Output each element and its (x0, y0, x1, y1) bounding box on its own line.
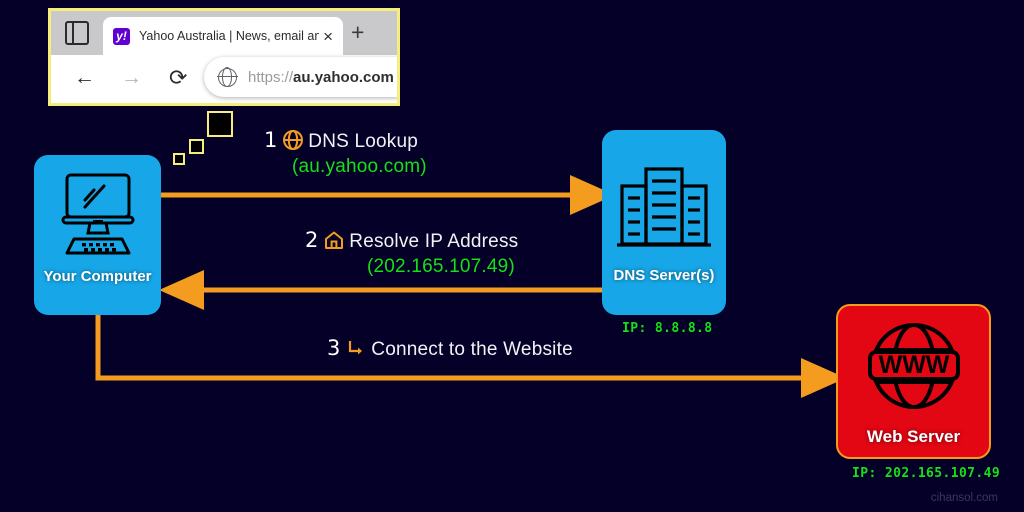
step-2-subtitle: (202.165.107.49) (367, 256, 515, 277)
server-buildings-icon (615, 160, 713, 257)
node-your-computer[interactable]: Your Computer (34, 155, 161, 315)
web-server-ip: IP: 202.165.107.49 (852, 466, 1001, 481)
step-3-number: 3 (327, 336, 341, 360)
step-3-label: 3 Connect to the Website (327, 336, 573, 364)
step-2-title: Resolve IP Address (349, 231, 519, 252)
svg-text:WWW: WWW (878, 351, 949, 379)
dns-server-ip: IP: 8.8.8.8 (622, 321, 713, 336)
node-web-server[interactable]: WWW Web Server (836, 304, 991, 459)
step-2-number: 2 (305, 228, 319, 252)
watermark: cihansol.com (930, 492, 998, 504)
node-dns-server[interactable]: DNS Server(s) (602, 130, 726, 315)
step-3-title: Connect to the Website (371, 339, 573, 360)
desktop-computer-icon (52, 171, 144, 262)
home-icon (323, 229, 345, 256)
step-2-label: 2 Resolve IP Address (202.165.107.49) (305, 228, 518, 278)
step-1-number: 1 (264, 128, 278, 152)
dns-lookup-diagram: y! Yahoo Australia | News, email an × + … (0, 0, 1024, 512)
node-label-your-computer: Your Computer (43, 268, 152, 285)
globe-icon (282, 129, 304, 156)
www-globe-icon: WWW (861, 318, 967, 423)
node-label-dns-server: DNS Server(s) (613, 267, 715, 284)
step-1-title: DNS Lookup (308, 131, 419, 152)
node-label-web-server: Web Server (866, 427, 961, 446)
step-1-subtitle: (au.yahoo.com) (292, 156, 427, 177)
arrow-turn-icon (345, 337, 367, 364)
step-1-label: 1 DNS Lookup (au.yahoo.com) (264, 128, 427, 178)
